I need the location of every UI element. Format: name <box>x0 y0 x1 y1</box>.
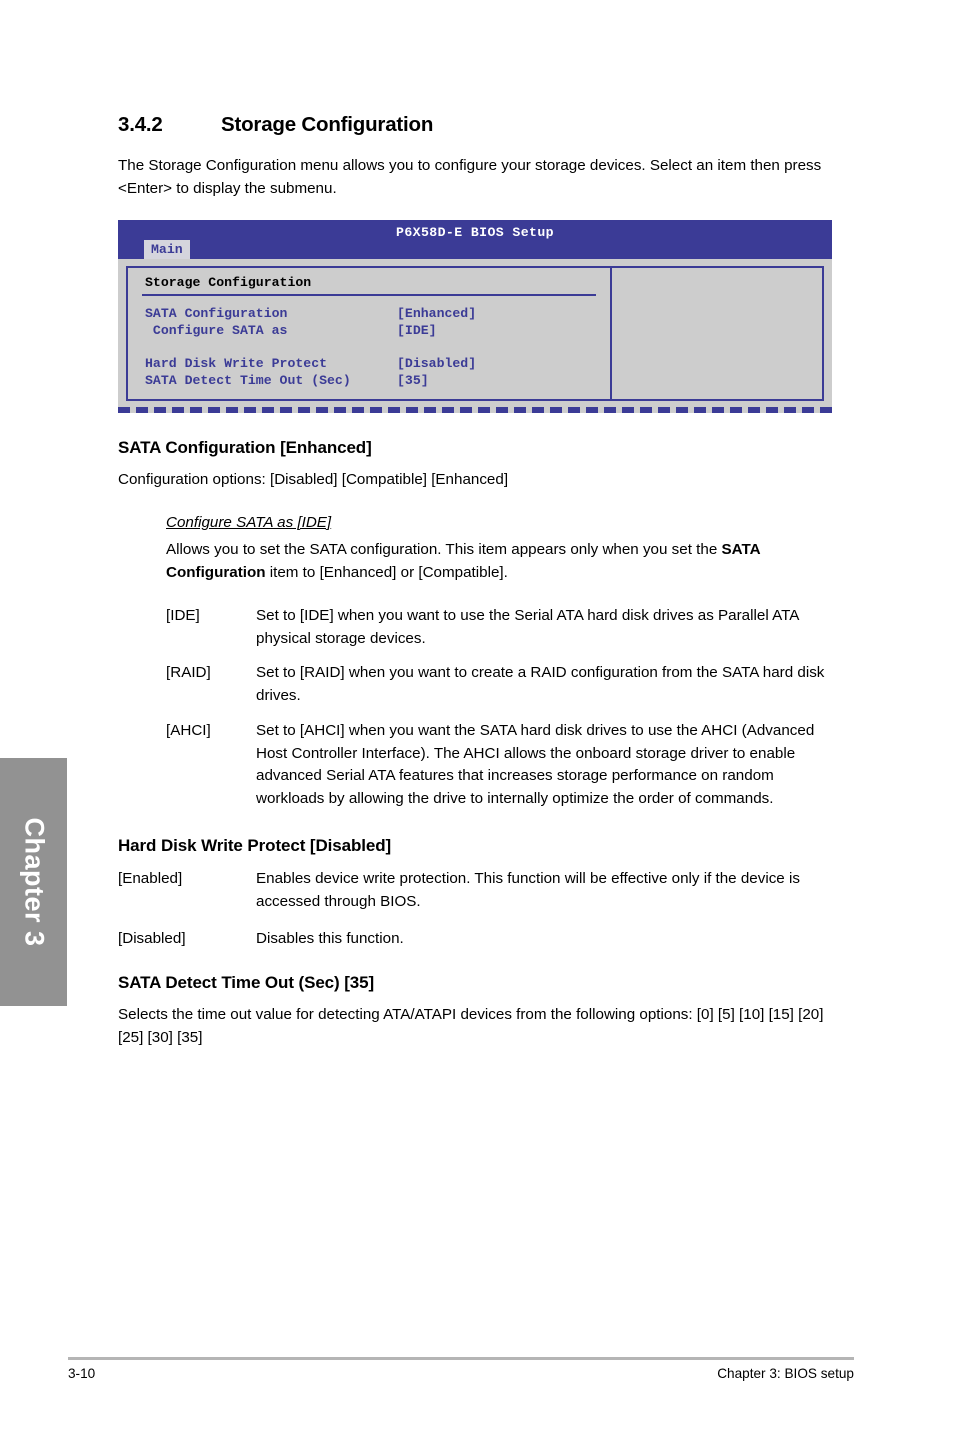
bios-setting-label: SATA Detect Time Out (Sec) <box>145 373 351 389</box>
definition-description: Set to [AHCI] when you want the SATA har… <box>256 721 815 808</box>
definition-list-hard-disk-write-protect: [Enabled] Enables device write protectio… <box>118 868 832 950</box>
page-content: 3.4.2 Storage Configuration The Storage … <box>118 0 832 1050</box>
bios-setting-row[interactable]: SATA Configuration [Enhanced] <box>145 305 610 322</box>
bios-setting-label: Configure SATA as <box>145 323 288 339</box>
bios-body: Storage Configuration SATA Configuration… <box>118 259 832 408</box>
section-number: 3.4.2 <box>118 113 163 136</box>
item-heading-sata-configuration: SATA Configuration [Enhanced] <box>118 438 372 458</box>
definition-row: [IDE] Set to [IDE] when you want to use … <box>166 605 832 651</box>
definition-row: [RAID] Set to [RAID] when you want to cr… <box>166 662 832 708</box>
chapter-side-tab: Chapter 3 <box>0 758 67 1006</box>
definition-term: [AHCI] <box>166 721 211 739</box>
bios-tab-main[interactable]: Main <box>144 239 190 260</box>
item-heading-hard-disk-write-protect: Hard Disk Write Protect [Disabled] <box>118 836 392 856</box>
section-intro: The Storage Configuration menu allows yo… <box>118 157 822 198</box>
manual-page: Chapter 3 3.4.2 Storage Configuration Th… <box>0 0 954 1438</box>
bios-bottom-dashed-divider <box>118 407 832 414</box>
bios-setup-screenshot: P6X58D-E BIOS Setup Main Storage Configu… <box>118 220 832 414</box>
bios-setting-value: [35] <box>397 373 429 389</box>
definition-row: [AHCI] Set to [AHCI] when you want the S… <box>166 720 832 811</box>
bios-setting-row[interactable]: Configure SATA as [IDE] <box>145 322 610 339</box>
subitem-body: Allows you to set the SATA configuration… <box>166 539 784 585</box>
definition-term: [Disabled] <box>118 929 186 947</box>
footer-divider <box>68 1357 854 1360</box>
definition-row: [Disabled] Disables this function. <box>118 928 832 951</box>
bios-setting-list: SATA Configuration [Enhanced] Configure … <box>128 296 610 389</box>
bios-setting-row[interactable]: SATA Detect Time Out (Sec) [35] <box>145 372 610 389</box>
bios-title: P6X58D-E BIOS Setup <box>396 225 554 241</box>
definition-term: [IDE] <box>166 606 200 624</box>
bios-panel-title: Storage Configuration <box>145 275 312 291</box>
bios-row-spacer <box>145 340 610 355</box>
bios-setting-value: [Enhanced] <box>397 306 477 322</box>
bios-settings-panel: Storage Configuration SATA Configuration… <box>126 266 610 402</box>
bios-setting-row[interactable]: Hard Disk Write Protect [Disabled] <box>145 355 610 372</box>
definition-description: Enables device write protection. This fu… <box>256 870 800 910</box>
definition-term: [Enabled] <box>118 870 183 888</box>
definition-description: Disables this function. <box>256 929 404 947</box>
definition-row: [Enabled] Enables device write protectio… <box>118 868 832 914</box>
bios-setting-label: SATA Configuration <box>145 306 288 322</box>
section-title: Storage Configuration <box>221 113 434 136</box>
bios-setting-value: [Disabled] <box>397 355 477 371</box>
definition-description: Set to [RAID] when you want to create a … <box>256 664 825 705</box>
definition-description: Set to [IDE] when you want to use the Se… <box>256 606 799 647</box>
footer-chapter-label: Chapter 3: BIOS setup <box>717 1366 854 1381</box>
bios-help-panel <box>610 266 824 402</box>
footer-page-number: 3-10 <box>68 1366 96 1381</box>
definition-list-configure-sata-as: [IDE] Set to [IDE] when you want to use … <box>118 605 832 811</box>
item-body-sata-detect-time-out: Selects the time out value for detecting… <box>118 1006 824 1047</box>
chapter-side-tab-label: Chapter 3 <box>19 817 49 947</box>
page-title: 3.4.2 Storage Configuration <box>118 113 832 137</box>
page-footer: 3-10 Chapter 3: BIOS setup <box>68 1366 854 1381</box>
subitem-configure-sata-as: Configure SATA as [IDE] Allows you to se… <box>118 514 784 585</box>
subitem-body-post: item to [Enhanced] or [Compatible]. <box>265 563 508 581</box>
bios-setting-label: Hard Disk Write Protect <box>145 355 328 371</box>
definition-term: [RAID] <box>166 664 211 682</box>
bios-setting-value: [IDE] <box>397 323 437 339</box>
subitem-body-pre: Allows you to set the SATA configuration… <box>166 541 722 559</box>
subitem-heading: Configure SATA as [IDE] <box>166 514 332 532</box>
item-heading-sata-detect-time-out: SATA Detect Time Out (Sec) [35] <box>118 973 375 993</box>
item-body-sata-configuration: Configuration options: [Disabled] [Compa… <box>118 471 509 489</box>
bios-header-bar: P6X58D-E BIOS Setup Main <box>118 220 832 260</box>
